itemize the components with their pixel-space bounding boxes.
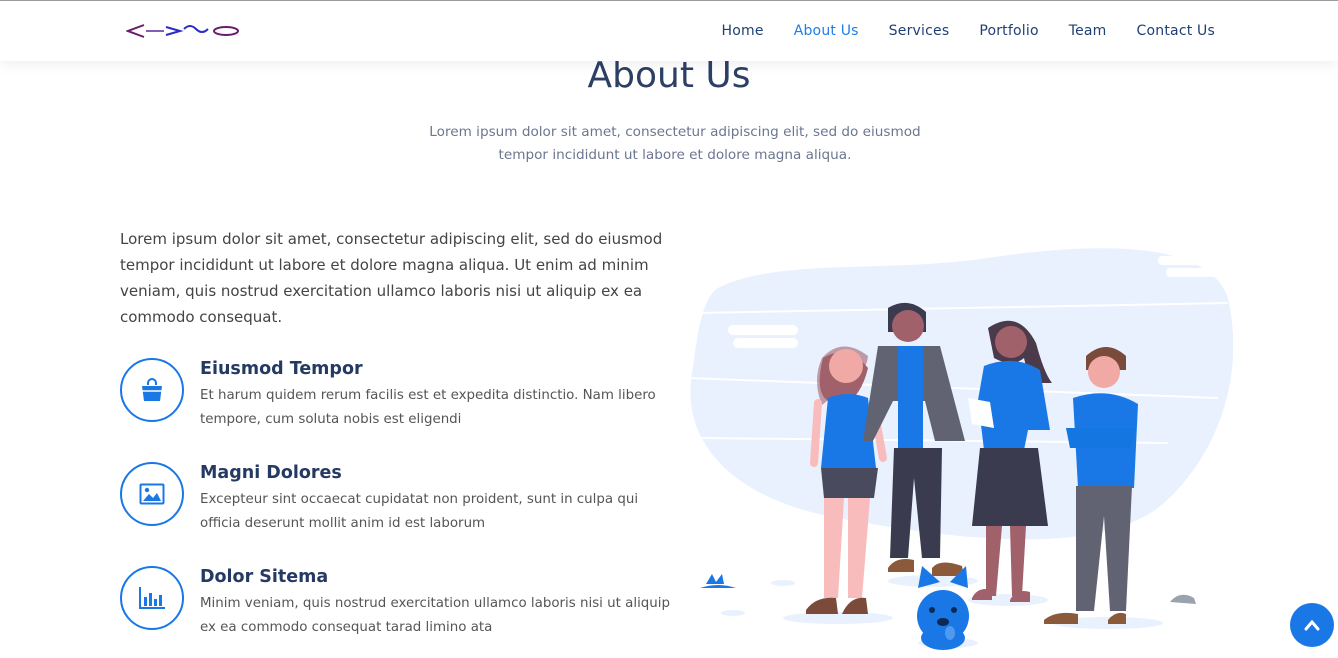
feature-icon-circle (120, 462, 184, 526)
feature-title: Dolor Sitema (200, 567, 329, 587)
feature-item: Eiusmod Tempor Et harum quidem rerum fac… (120, 358, 665, 438)
shopping-bag-icon (142, 378, 162, 401)
nav-team[interactable]: Team (1069, 21, 1107, 41)
back-to-top-button[interactable] (1290, 603, 1334, 647)
feature-icon-circle (120, 566, 184, 630)
feature-item: Dolor Sitema Minim veniam, quis nostrud … (120, 566, 670, 646)
nav-portfolio[interactable]: Portfolio (979, 21, 1038, 41)
feature-icon-circle (120, 358, 184, 422)
feature-text: Minim veniam, quis nostrud exercitation … (200, 596, 670, 635)
chevron-up-icon (1304, 619, 1320, 631)
nav-services[interactable]: Services (889, 21, 950, 41)
about-intro: Lorem ipsum dolor sit amet, consectetur … (120, 230, 663, 326)
main-nav: Home About Us Services Portfolio Team Co… (692, 21, 1215, 41)
image-icon (139, 483, 165, 505)
nav-home[interactable]: Home (722, 21, 764, 41)
feature-title: Eiusmod Tempor (200, 359, 363, 379)
feature-text: Excepteur sint occaecat cupidatat non pr… (200, 492, 639, 531)
feature-item: Magni Dolores Excepteur sint occaecat cu… (120, 462, 665, 542)
logo[interactable] (126, 21, 246, 41)
feature-title: Magni Dolores (200, 463, 342, 483)
header: Home About Us Services Portfolio Team Co… (0, 0, 1338, 61)
section-subtitle: Lorem ipsum dolor sit amet, consectetur … (429, 124, 921, 163)
nav-contact-us[interactable]: Contact Us (1137, 21, 1215, 41)
team-illustration (688, 248, 1233, 650)
nav-about-us[interactable]: About Us (794, 21, 859, 41)
bar-chart-icon (139, 587, 165, 609)
section-title: About Us (587, 55, 751, 96)
feature-text: Et harum quidem rerum facilis est et exp… (200, 388, 656, 427)
